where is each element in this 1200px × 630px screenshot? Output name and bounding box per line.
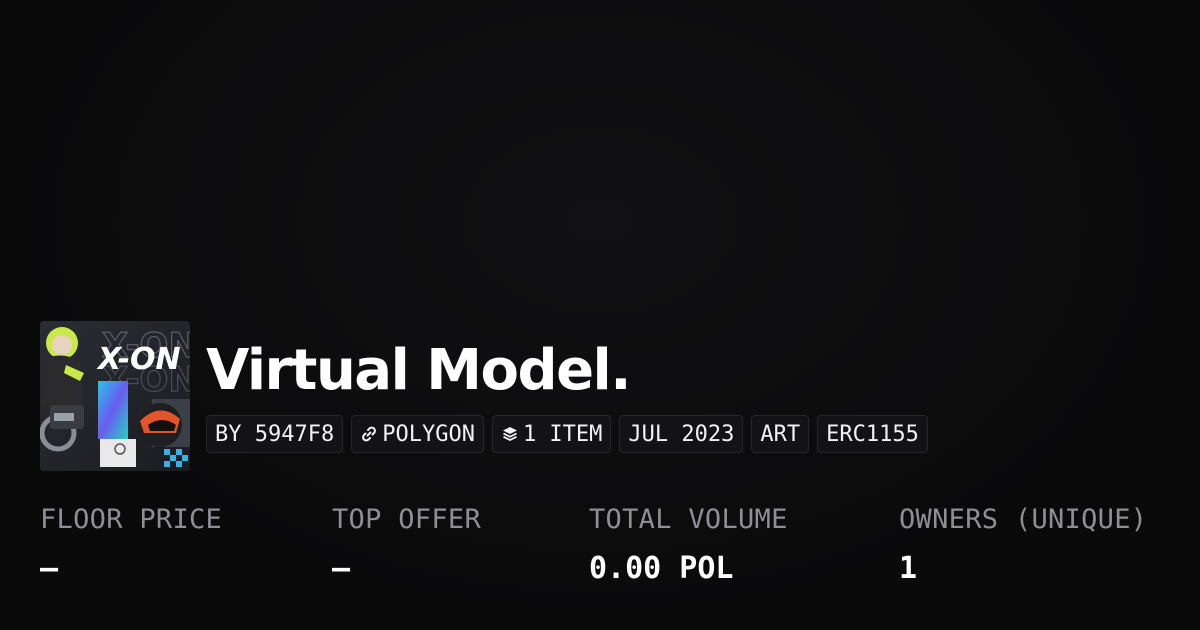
stat-label: TOTAL VOLUME bbox=[589, 504, 788, 535]
chip-date: JUL 2023 bbox=[619, 415, 744, 453]
stat-total-volume: TOTAL VOLUME 0.00 POL bbox=[589, 504, 788, 586]
chip-creator[interactable]: BY 5947F8 bbox=[206, 415, 344, 453]
collection-meta-chips: BY 5947F8 POLYGON 1 ITEM JUL 2023 ART ER… bbox=[206, 415, 928, 453]
stat-value: 1 bbox=[899, 551, 918, 586]
stat-value: 0.00 POL bbox=[589, 551, 734, 586]
chip-standard: ERC1155 bbox=[817, 415, 928, 453]
chip-creator-label: BY 5947F8 bbox=[215, 421, 335, 447]
collection-stats: FLOOR PRICE — TOP OFFER — TOTAL VOLUME 0… bbox=[40, 504, 1180, 604]
chip-chain-label: POLYGON bbox=[382, 421, 475, 447]
stat-owners: OWNERS (UNIQUE) 1 bbox=[899, 504, 1147, 586]
collection-title: Virtual Model. bbox=[206, 338, 632, 403]
chip-chain[interactable]: POLYGON bbox=[351, 415, 484, 453]
svg-text:X-ON: X-ON bbox=[96, 342, 181, 377]
stat-label: TOP OFFER bbox=[332, 504, 481, 535]
collection-thumbnail[interactable]: X-ON X-ON X-ON bbox=[40, 321, 190, 471]
chip-category[interactable]: ART bbox=[751, 415, 810, 453]
chip-items[interactable]: 1 ITEM bbox=[491, 415, 612, 453]
chip-items-label: 1 ITEM bbox=[522, 421, 603, 447]
chip-date-label: JUL 2023 bbox=[628, 421, 735, 447]
stat-top-offer: TOP OFFER — bbox=[332, 504, 481, 586]
stat-label: FLOOR PRICE bbox=[40, 504, 223, 535]
collection-header: X-ON X-ON X-ON Virtual Model. BY 5947F8 … bbox=[40, 321, 928, 471]
stat-label: OWNERS (UNIQUE) bbox=[899, 504, 1148, 535]
title-block: Virtual Model. BY 5947F8 POLYGON 1 ITEM … bbox=[206, 321, 928, 453]
stat-value: — bbox=[40, 551, 59, 586]
stat-value: — bbox=[332, 551, 351, 586]
chip-standard-label: ERC1155 bbox=[826, 421, 919, 447]
chip-category-label: ART bbox=[760, 421, 801, 447]
link-icon bbox=[360, 425, 378, 443]
thumbnail-artwork: X-ON X-ON X-ON bbox=[40, 321, 190, 471]
stat-floor-price: FLOOR PRICE — bbox=[40, 504, 222, 586]
layers-icon bbox=[501, 425, 519, 443]
